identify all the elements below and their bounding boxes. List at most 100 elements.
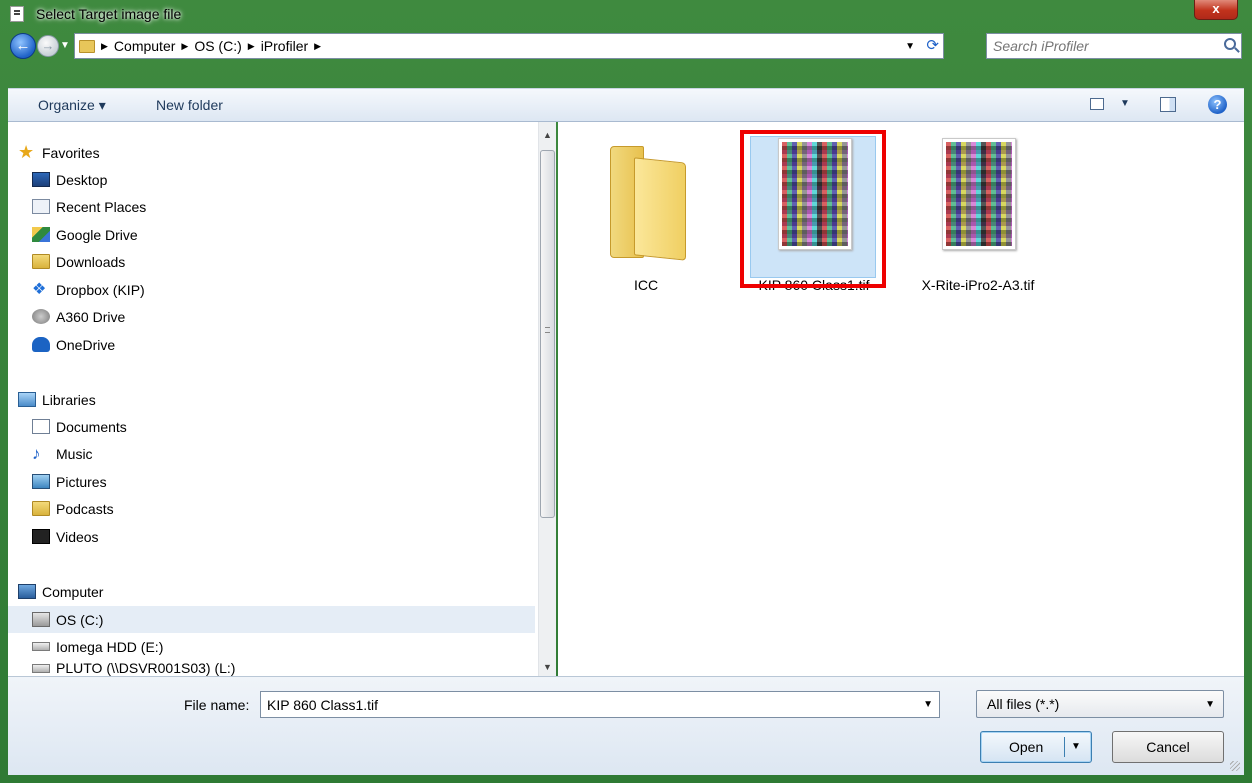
search-box[interactable] [986, 33, 1242, 59]
nav-item-label: OneDrive [56, 336, 116, 353]
nav-item-downloads[interactable]: Downloads [32, 248, 538, 275]
open-button[interactable]: Open ▼ [980, 731, 1092, 763]
resize-grip-icon[interactable] [1230, 761, 1240, 771]
nav-item-favorites[interactable]: ★ Favorites [18, 139, 538, 166]
file-dialog-window: Select Target image file x ← → ▼ ▶ Compu… [0, 0, 1252, 783]
google-drive-icon [32, 227, 50, 242]
navigation-pane: ★ Favorites Desktop Recent Places Google … [8, 122, 556, 676]
open-options-arrow-icon[interactable]: ▼ [1071, 741, 1081, 752]
chevron-down-icon[interactable]: ▼ [1205, 699, 1215, 710]
color-target-image-icon [942, 138, 1016, 250]
nav-item-label: Recent Places [56, 198, 147, 215]
help-button[interactable]: ? [1208, 95, 1227, 114]
onedrive-icon [32, 337, 50, 352]
dialog-footer: File name: ▼ All files (*.*) ▼ Open ▼ Ca… [8, 676, 1244, 775]
documents-icon [32, 419, 50, 434]
folder-front-shape [634, 157, 686, 261]
back-button[interactable]: ← [10, 33, 36, 59]
nav-item-onedrive[interactable]: OneDrive [32, 331, 538, 358]
file-name-field[interactable] [261, 692, 901, 717]
star-icon: ★ [18, 142, 35, 162]
scroll-grip-icon [545, 327, 550, 333]
address-row: ← → ▼ ▶ Computer ▶ OS (C:) ▶ iProfiler ▶… [8, 30, 1244, 64]
file-name-combobox[interactable]: ▼ [260, 691, 940, 718]
breadcrumb-item-computer[interactable]: Computer [114, 38, 175, 54]
close-button[interactable]: x [1194, 0, 1238, 20]
nav-item-label: Videos [56, 528, 99, 545]
nav-item-label: Podcasts [56, 500, 114, 517]
breadcrumb[interactable]: ▶ Computer ▶ OS (C:) ▶ iProfiler ▶ ▼ ⟳ [74, 33, 944, 59]
file-name-label: File name: [184, 697, 250, 713]
nav-item-google-drive[interactable]: Google Drive [32, 221, 538, 248]
nav-item-videos[interactable]: Videos [32, 523, 538, 550]
color-patch-grid [946, 142, 1012, 246]
file-item-x-rite-ipro2-a3[interactable]: X-Rite-iPro2-A3.tif [908, 134, 1048, 294]
nav-item-label: Libraries [42, 391, 96, 408]
libraries-icon [18, 392, 36, 407]
chevron-right-icon[interactable]: ▶ [248, 41, 255, 52]
nav-item-os-c[interactable]: OS (C:) [8, 606, 535, 633]
nav-item-a360-drive[interactable]: A360 Drive [32, 303, 538, 330]
nav-item-libraries[interactable]: Libraries [18, 386, 538, 413]
forward-button[interactable]: → [37, 35, 59, 57]
nav-item-pictures[interactable]: Pictures [32, 468, 538, 495]
refresh-button[interactable]: ⟳ [926, 36, 939, 54]
drive-c-icon [32, 612, 50, 627]
nav-item-music[interactable]: ♪ Music [32, 440, 538, 467]
navigation-tree: ★ Favorites Desktop Recent Places Google … [8, 122, 538, 676]
title-bar[interactable]: Select Target image file x [0, 0, 1252, 30]
new-folder-button[interactable]: New folder [156, 97, 223, 113]
search-icon[interactable] [1224, 38, 1236, 50]
cancel-button[interactable]: Cancel [1112, 731, 1224, 763]
split-divider [1064, 737, 1065, 757]
nav-item-label: Dropbox (KIP) [56, 281, 145, 298]
chevron-down-icon[interactable]: ▼ [923, 699, 933, 710]
nav-item-podcasts[interactable]: Podcasts [32, 495, 538, 522]
window-title: Select Target image file [36, 6, 182, 22]
videos-icon [32, 529, 50, 544]
file-type-value: All files (*.*) [987, 696, 1060, 712]
breadcrumb-item-os-c[interactable]: OS (C:) [194, 38, 241, 54]
dropbox-icon: ❖ [32, 281, 47, 298]
nav-item-pluto[interactable]: PLUTO (\\DSVR001S03) (L:) [32, 660, 538, 676]
nav-item-desktop[interactable]: Desktop [32, 166, 538, 193]
nav-item-label: Music [56, 445, 93, 462]
scrollbar-thumb[interactable] [540, 150, 555, 518]
breadcrumb-item-iprofiler[interactable]: iProfiler [261, 38, 308, 54]
nav-item-iomega-hdd[interactable]: Iomega HDD (E:) [32, 633, 538, 660]
desktop-icon [32, 172, 50, 187]
view-options-arrow-icon[interactable]: ▼ [1120, 98, 1130, 109]
chevron-right-icon[interactable]: ▶ [181, 41, 188, 52]
recent-locations-arrow-icon[interactable]: ▼ [60, 40, 70, 51]
nav-item-computer[interactable]: Computer [18, 578, 538, 605]
podcasts-folder-icon [32, 501, 50, 516]
file-item-label: ICC [633, 277, 659, 293]
nav-item-recent-places[interactable]: Recent Places [32, 193, 538, 220]
change-view-icon[interactable] [1090, 98, 1104, 110]
recent-places-icon [32, 199, 50, 214]
a360-drive-icon [32, 309, 50, 324]
nav-item-label: A360 Drive [56, 308, 126, 325]
scroll-up-arrow-icon[interactable]: ▲ [543, 130, 552, 140]
address-dropdown-icon[interactable]: ▼ [905, 41, 915, 52]
nav-scrollbar[interactable]: ▲ ▼ [538, 122, 556, 676]
nav-item-dropbox[interactable]: ❖ Dropbox (KIP) [32, 276, 538, 303]
nav-item-label: OS (C:) [56, 611, 104, 628]
red-highlight-box [740, 130, 886, 288]
network-drive-icon [32, 664, 50, 673]
chevron-right-icon[interactable]: ▶ [101, 41, 108, 52]
file-item-kip-860-class1[interactable]: KIP 860 Class1.tif [740, 130, 886, 294]
search-input[interactable] [987, 34, 1207, 58]
open-button-label: Open [1009, 739, 1044, 755]
chevron-right-icon[interactable]: ▶ [314, 41, 321, 52]
file-item-label: X-Rite-iPro2-A3.tif [921, 277, 1035, 293]
file-type-select[interactable]: All files (*.*) ▼ [976, 690, 1224, 718]
organize-button[interactable]: Organize ▾ [38, 97, 106, 114]
nav-item-documents[interactable]: Documents [32, 413, 538, 440]
tif-thumbnail [932, 138, 1016, 258]
command-bar: Organize ▾ New folder ▼ ? [8, 88, 1244, 122]
file-item-icc-folder[interactable]: ICC [576, 132, 716, 293]
scroll-down-arrow-icon[interactable]: ▼ [543, 662, 552, 672]
color-patch-rows [946, 142, 1012, 246]
preview-pane-icon[interactable] [1160, 97, 1176, 112]
